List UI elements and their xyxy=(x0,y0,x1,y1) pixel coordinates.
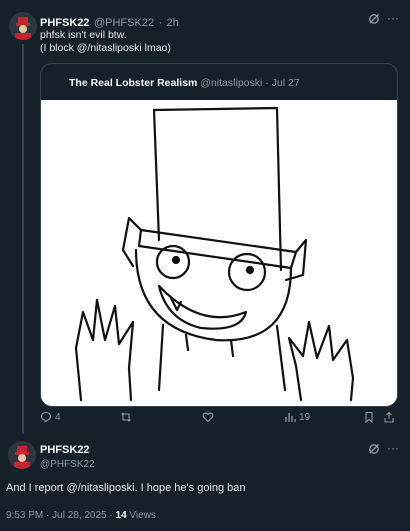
share-icon xyxy=(384,411,394,423)
avatar[interactable] xyxy=(8,441,36,469)
separator-dot: · xyxy=(158,17,163,29)
views-label: Views xyxy=(129,510,156,521)
share-button[interactable] xyxy=(383,411,395,423)
bookmark-button[interactable] xyxy=(363,411,375,423)
post-text-line: phfsk isn't evil btw. xyxy=(40,29,127,41)
quoted-author-handle: @nitasliposki xyxy=(200,77,263,89)
more-icon[interactable]: ··· xyxy=(387,442,399,454)
quoted-post-date: Jul 27 xyxy=(271,77,300,89)
repost-button[interactable] xyxy=(120,411,132,423)
views-count: 19 xyxy=(299,411,311,423)
author-name[interactable]: PHFSK22 xyxy=(40,17,90,29)
quoted-post-image[interactable] xyxy=(41,100,397,406)
post-text: phfsk isn't evil btw. (I block @/nitasli… xyxy=(40,29,171,55)
repost-icon xyxy=(121,412,131,422)
post-text-line: (I block @/nitasliposki lmao) xyxy=(40,42,171,54)
avatar-image xyxy=(8,441,36,469)
reply-button[interactable]: 4 xyxy=(40,411,61,423)
bookmark-icon xyxy=(365,411,373,423)
post-text: And I report @/nitasliposki. I hope he's… xyxy=(6,482,246,494)
thread-line xyxy=(22,44,24,434)
author-handle[interactable]: @PHFSK22 xyxy=(94,17,154,29)
post-time[interactable]: 2h xyxy=(167,17,179,29)
more-icon[interactable]: ··· xyxy=(387,12,399,24)
views-button[interactable]: 19 xyxy=(284,411,310,423)
reply-count: 4 xyxy=(55,411,61,423)
quoted-post-card[interactable]: The Real Lobster Realism @nitasliposki ·… xyxy=(40,63,398,407)
quoted-post-header: The Real Lobster Realism @nitasliposki ·… xyxy=(69,77,300,89)
quoted-author-name: The Real Lobster Realism xyxy=(69,77,198,89)
grok-icon[interactable] xyxy=(368,13,380,27)
action-bar: 4 19 xyxy=(40,411,400,425)
views-count: 14 xyxy=(115,510,127,521)
drawing-illustration xyxy=(74,106,355,402)
post-meta: 9:53 PM · Jul 28, 2025 · 14 Views xyxy=(6,510,156,521)
separator-dot: · xyxy=(265,77,269,89)
author-name[interactable]: PHFSK22 xyxy=(40,444,90,456)
author-handle[interactable]: @PHFSK22 xyxy=(40,459,95,470)
avatar[interactable] xyxy=(9,12,37,40)
views-icon xyxy=(285,413,296,422)
post-timestamp[interactable]: 9:53 PM · Jul 28, 2025 · xyxy=(6,510,116,521)
like-icon xyxy=(202,412,214,423)
grok-icon[interactable] xyxy=(368,443,380,457)
reply-icon xyxy=(40,411,52,423)
like-button[interactable] xyxy=(202,411,214,423)
avatar-image xyxy=(9,12,37,40)
